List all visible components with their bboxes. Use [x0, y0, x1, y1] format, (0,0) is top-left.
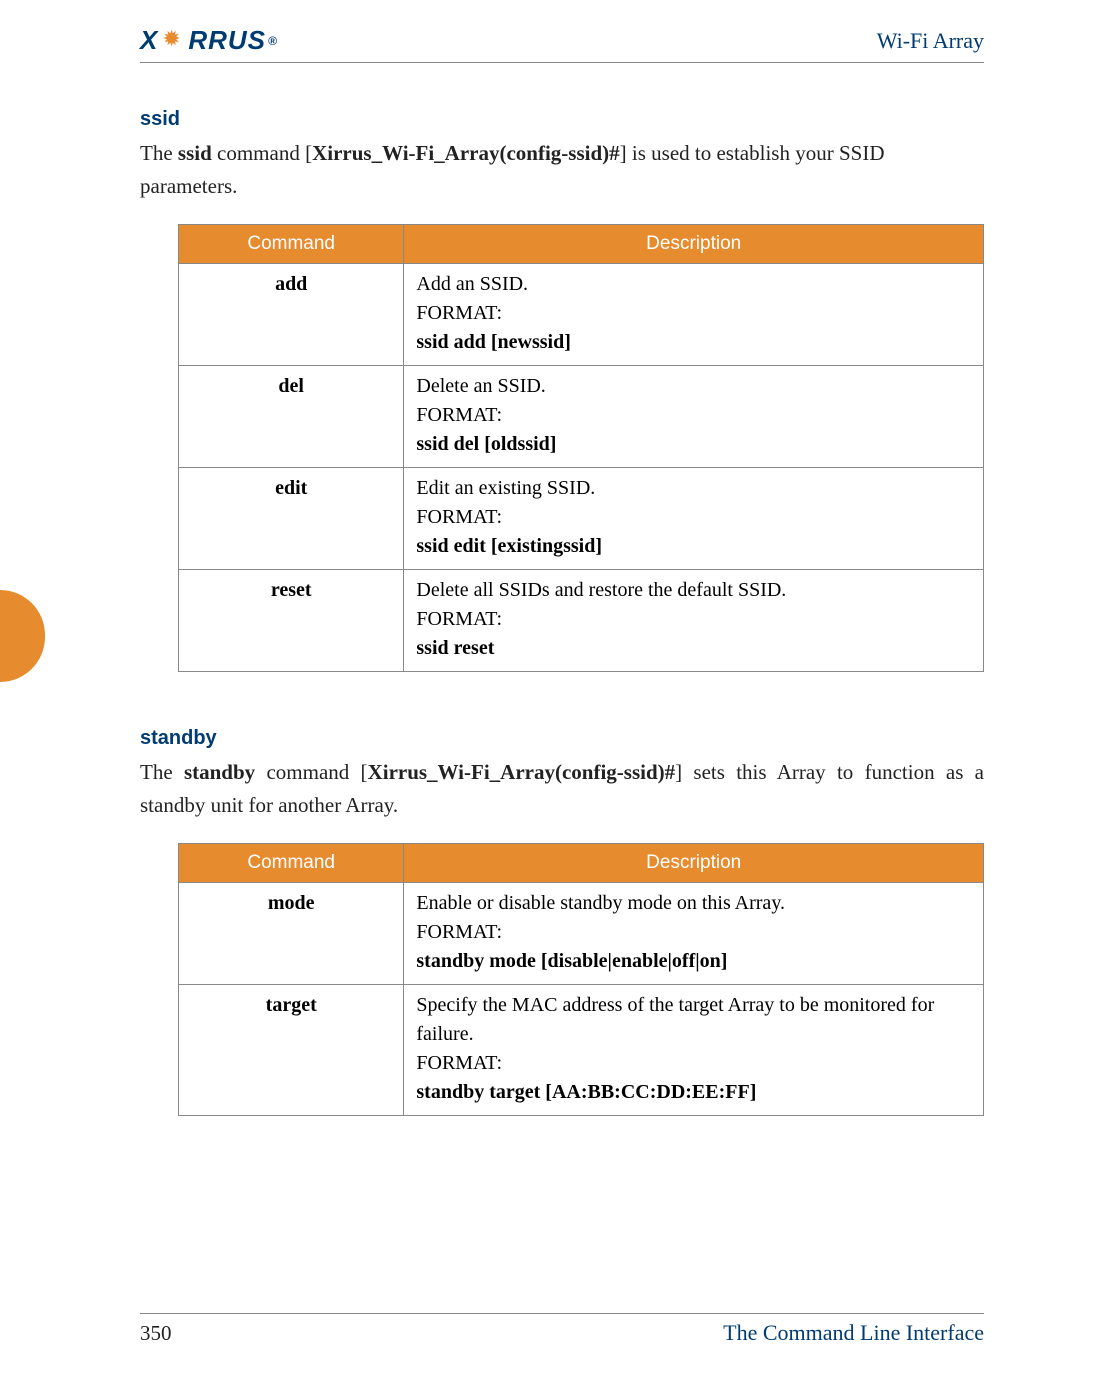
intro-text: The: [140, 141, 178, 165]
intro-text: command [: [255, 760, 367, 784]
section-intro: The standby command [Xirrus_Wi-Fi_Array(…: [140, 756, 984, 821]
format-label: FORMAT:: [416, 605, 971, 634]
format-label: FORMAT:: [416, 503, 971, 532]
description-text: Delete all SSIDs and restore the default…: [416, 576, 971, 605]
description-text: Add an SSID.: [416, 270, 971, 299]
format-value: ssid add [newssid]: [416, 328, 971, 357]
description-cell: Specify the MAC address of the target Ar…: [404, 985, 984, 1116]
intro-text: The: [140, 760, 184, 784]
section-heading: standby: [140, 727, 984, 750]
description-cell: Delete an SSID.FORMAT:ssid del [oldssid]: [404, 366, 984, 468]
format-label: FORMAT:: [416, 401, 971, 430]
page-header: X RRUS ® Wi-Fi Array: [140, 25, 984, 63]
description-cell: Enable or disable standby mode on this A…: [404, 883, 984, 985]
command-cell: mode: [179, 883, 404, 985]
section-intro: The ssid command [Xirrus_Wi-Fi_Array(con…: [140, 137, 984, 202]
table-header: Description: [404, 225, 984, 264]
logo-text-suffix: RRUS: [188, 25, 266, 56]
side-tab-decoration: [0, 590, 45, 682]
table-header: Command: [179, 225, 404, 264]
command-cell: add: [179, 264, 404, 366]
description-text: Delete an SSID.: [416, 372, 971, 401]
table-header: Command: [179, 844, 404, 883]
table-row: targetSpecify the MAC address of the tar…: [179, 985, 984, 1116]
format-value: ssid reset: [416, 634, 971, 663]
header-title: Wi-Fi Array: [877, 28, 984, 54]
table-row: reset Delete all SSIDs and restore the de…: [179, 570, 984, 672]
intro-command-context: Xirrus_Wi-Fi_Array(config-ssid)#: [312, 141, 620, 165]
command-cell: target: [179, 985, 404, 1116]
description-text: Edit an existing SSID.: [416, 474, 971, 503]
description-cell: Delete all SSIDs and restore the default…: [404, 570, 984, 672]
sun-icon: [162, 30, 184, 52]
section-heading: ssid: [140, 108, 984, 131]
page-footer: 350 The Command Line Interface: [140, 1313, 984, 1346]
table-row: editEdit an existing SSID.FORMAT:ssid ed…: [179, 468, 984, 570]
description-text: Enable or disable standby mode on this A…: [416, 889, 971, 918]
logo-registered: ®: [268, 34, 278, 48]
command-cell: edit: [179, 468, 404, 570]
table-header: Description: [404, 844, 984, 883]
table-row: addAdd an SSID.FORMAT:ssid add [newssid]: [179, 264, 984, 366]
command-cell: del: [179, 366, 404, 468]
description-cell: Add an SSID.FORMAT:ssid add [newssid]: [404, 264, 984, 366]
description-cell: Edit an existing SSID.FORMAT:ssid edit […: [404, 468, 984, 570]
intro-text: command [: [212, 141, 312, 165]
command-table: CommandDescriptionmode Enable or disable …: [178, 843, 984, 1116]
table-row: delDelete an SSID.FORMAT:ssid del [oldss…: [179, 366, 984, 468]
format-value: standby mode [disable|enable|off|on]: [416, 947, 971, 976]
format-label: FORMAT:: [416, 1049, 971, 1078]
footer-title: The Command Line Interface: [723, 1320, 984, 1346]
intro-command-name: ssid: [178, 141, 212, 165]
brand-logo: X RRUS ®: [140, 25, 278, 56]
description-text: Specify the MAC address of the target Ar…: [416, 991, 971, 1049]
table-row: mode Enable or disable standby mode on th…: [179, 883, 984, 985]
intro-command-name: standby: [184, 760, 255, 784]
intro-command-context: Xirrus_Wi-Fi_Array(config-ssid)#: [368, 760, 676, 784]
format-value: ssid del [oldssid]: [416, 430, 971, 459]
command-cell: reset: [179, 570, 404, 672]
format-label: FORMAT:: [416, 299, 971, 328]
format-value: ssid edit [existingssid]: [416, 532, 971, 561]
format-label: FORMAT:: [416, 918, 971, 947]
format-value: standby target [AA:BB:CC:DD:EE:FF]: [416, 1078, 971, 1107]
logo-text-prefix: X: [140, 25, 158, 56]
command-table: CommandDescriptionaddAdd an SSID.FORMAT:…: [178, 224, 984, 672]
page-number: 350: [140, 1321, 172, 1346]
